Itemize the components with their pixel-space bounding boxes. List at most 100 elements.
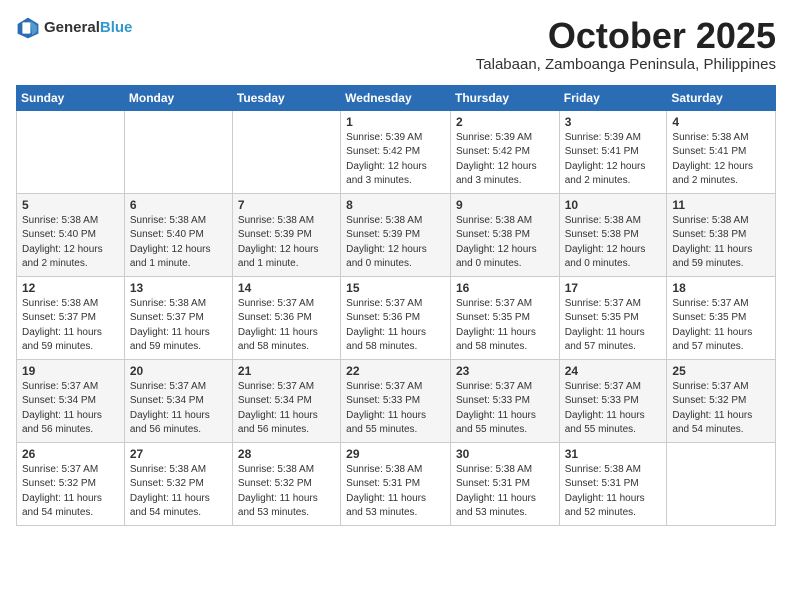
logo-text: GeneralBlue (44, 19, 132, 37)
calendar-cell: 3 Sunrise: 5:39 AM Sunset: 5:41 PM Daylig… (559, 110, 667, 193)
calendar-cell (17, 110, 125, 193)
weekday-header: Friday (559, 85, 667, 110)
day-number: 21 (238, 364, 335, 378)
day-number: 6 (130, 198, 227, 212)
day-number: 30 (456, 447, 554, 461)
calendar-cell: 29 Sunrise: 5:38 AM Sunset: 5:31 PM Dayli… (341, 442, 451, 525)
calendar-cell: 16Sunrise: 5:37 AM Sunset: 5:35 PM Dayli… (450, 276, 559, 359)
calendar-cell: 4Sunrise: 5:38 AM Sunset: 5:41 PM Daylig… (667, 110, 776, 193)
page-header: GeneralBlue October 2025 Talabaan, Zambo… (16, 16, 776, 73)
day-info: Sunrise: 5:38 AM Sunset: 5:38 PM Dayligh… (456, 214, 554, 272)
day-number: 22 (346, 364, 445, 378)
day-info: Sunrise: 5:38 AM Sunset: 5:40 PM Dayligh… (22, 214, 119, 272)
day-number: 3 (565, 115, 662, 129)
calendar-cell: 17 Sunrise: 5:37 AM Sunset: 5:35 PM Dayli… (559, 276, 667, 359)
calendar-cell: 22 Sunrise: 5:37 AM Sunset: 5:33 PM Dayli… (341, 359, 451, 442)
calendar-cell: 14 Sunrise: 5:37 AM Sunset: 5:36 PM Dayli… (232, 276, 340, 359)
day-number: 7 (238, 198, 335, 212)
calendar-cell: 11 Sunrise: 5:38 AM Sunset: 5:38 PM Dayli… (667, 193, 776, 276)
calendar-week-row: 5 Sunrise: 5:38 AM Sunset: 5:40 PM Daylig… (17, 193, 776, 276)
day-number: 5 (22, 198, 119, 212)
day-info: Sunrise: 5:38 AM Sunset: 5:38 PM Dayligh… (565, 214, 662, 272)
day-number: 17 (565, 281, 662, 295)
weekday-header: Sunday (17, 85, 125, 110)
calendar-cell: 20 Sunrise: 5:37 AM Sunset: 5:34 PM Dayli… (124, 359, 232, 442)
calendar-cell: 13 Sunrise: 5:38 AM Sunset: 5:37 PM Dayli… (124, 276, 232, 359)
weekday-header-row: SundayMondayTuesdayWednesdayThursdayFrid… (17, 85, 776, 110)
day-info: Sunrise: 5:38 AM Sunset: 5:31 PM Dayligh… (456, 463, 554, 521)
day-number: 18 (672, 281, 770, 295)
day-number: 9 (456, 198, 554, 212)
weekday-header: Thursday (450, 85, 559, 110)
day-info: Sunrise: 5:39 AM Sunset: 5:41 PM Dayligh… (565, 131, 662, 189)
day-number: 16 (456, 281, 554, 295)
day-number: 19 (22, 364, 119, 378)
location-title: Talabaan, Zamboanga Peninsula, Philippin… (476, 56, 776, 73)
calendar-cell: 6 Sunrise: 5:38 AM Sunset: 5:40 PM Daylig… (124, 193, 232, 276)
day-info: Sunrise: 5:37 AM Sunset: 5:36 PM Dayligh… (238, 297, 335, 355)
calendar-cell (667, 442, 776, 525)
calendar-cell: 30 Sunrise: 5:38 AM Sunset: 5:31 PM Dayli… (450, 442, 559, 525)
calendar-cell: 24Sunrise: 5:37 AM Sunset: 5:33 PM Dayli… (559, 359, 667, 442)
day-info: Sunrise: 5:37 AM Sunset: 5:34 PM Dayligh… (238, 380, 335, 438)
day-number: 23 (456, 364, 554, 378)
calendar-cell: 8Sunrise: 5:38 AM Sunset: 5:39 PM Daylig… (341, 193, 451, 276)
day-number: 11 (672, 198, 770, 212)
day-number: 29 (346, 447, 445, 461)
day-info: Sunrise: 5:37 AM Sunset: 5:34 PM Dayligh… (22, 380, 119, 438)
day-number: 31 (565, 447, 662, 461)
calendar-week-row: 12 Sunrise: 5:38 AM Sunset: 5:37 PM Dayli… (17, 276, 776, 359)
day-info: Sunrise: 5:37 AM Sunset: 5:32 PM Dayligh… (22, 463, 119, 521)
day-info: Sunrise: 5:38 AM Sunset: 5:39 PM Dayligh… (346, 214, 445, 272)
day-number: 2 (456, 115, 554, 129)
day-info: Sunrise: 5:37 AM Sunset: 5:33 PM Dayligh… (456, 380, 554, 438)
calendar-table: SundayMondayTuesdayWednesdayThursdayFrid… (16, 85, 776, 526)
calendar-cell: 18Sunrise: 5:37 AM Sunset: 5:35 PM Dayli… (667, 276, 776, 359)
day-number: 10 (565, 198, 662, 212)
day-number: 1 (346, 115, 445, 129)
calendar-cell: 21 Sunrise: 5:37 AM Sunset: 5:34 PM Dayli… (232, 359, 340, 442)
calendar-cell: 7 Sunrise: 5:38 AM Sunset: 5:39 PM Daylig… (232, 193, 340, 276)
calendar-week-row: 1Sunrise: 5:39 AM Sunset: 5:42 PM Daylig… (17, 110, 776, 193)
day-number: 27 (130, 447, 227, 461)
day-info: Sunrise: 5:38 AM Sunset: 5:39 PM Dayligh… (238, 214, 335, 272)
day-info: Sunrise: 5:38 AM Sunset: 5:37 PM Dayligh… (130, 297, 227, 355)
day-info: Sunrise: 5:38 AM Sunset: 5:40 PM Dayligh… (130, 214, 227, 272)
title-block: October 2025 Talabaan, Zamboanga Peninsu… (476, 16, 776, 73)
logo: GeneralBlue (16, 16, 132, 40)
calendar-cell: 12 Sunrise: 5:38 AM Sunset: 5:37 PM Dayli… (17, 276, 125, 359)
day-info: Sunrise: 5:38 AM Sunset: 5:38 PM Dayligh… (672, 214, 770, 272)
month-title: October 2025 (476, 16, 776, 56)
weekday-header: Saturday (667, 85, 776, 110)
calendar-week-row: 26Sunrise: 5:37 AM Sunset: 5:32 PM Dayli… (17, 442, 776, 525)
day-number: 15 (346, 281, 445, 295)
day-info: Sunrise: 5:37 AM Sunset: 5:33 PM Dayligh… (346, 380, 445, 438)
calendar-cell: 23 Sunrise: 5:37 AM Sunset: 5:33 PM Dayli… (450, 359, 559, 442)
weekday-header: Wednesday (341, 85, 451, 110)
day-info: Sunrise: 5:37 AM Sunset: 5:35 PM Dayligh… (565, 297, 662, 355)
weekday-header: Tuesday (232, 85, 340, 110)
calendar-cell: 28 Sunrise: 5:38 AM Sunset: 5:32 PM Dayli… (232, 442, 340, 525)
day-number: 14 (238, 281, 335, 295)
calendar-cell: 10 Sunrise: 5:38 AM Sunset: 5:38 PM Dayli… (559, 193, 667, 276)
day-number: 12 (22, 281, 119, 295)
day-number: 28 (238, 447, 335, 461)
day-info: Sunrise: 5:37 AM Sunset: 5:34 PM Dayligh… (130, 380, 227, 438)
day-info: Sunrise: 5:38 AM Sunset: 5:31 PM Dayligh… (565, 463, 662, 521)
day-number: 20 (130, 364, 227, 378)
day-number: 4 (672, 115, 770, 129)
day-info: Sunrise: 5:38 AM Sunset: 5:32 PM Dayligh… (238, 463, 335, 521)
calendar-cell: 31 Sunrise: 5:38 AM Sunset: 5:31 PM Dayli… (559, 442, 667, 525)
calendar-cell: 2Sunrise: 5:39 AM Sunset: 5:42 PM Daylig… (450, 110, 559, 193)
calendar-cell: 9 Sunrise: 5:38 AM Sunset: 5:38 PM Daylig… (450, 193, 559, 276)
calendar-cell: 1Sunrise: 5:39 AM Sunset: 5:42 PM Daylig… (341, 110, 451, 193)
day-number: 25 (672, 364, 770, 378)
calendar-cell (124, 110, 232, 193)
day-number: 13 (130, 281, 227, 295)
calendar-cell: 25Sunrise: 5:37 AM Sunset: 5:32 PM Dayli… (667, 359, 776, 442)
weekday-header: Monday (124, 85, 232, 110)
day-info: Sunrise: 5:38 AM Sunset: 5:31 PM Dayligh… (346, 463, 445, 521)
calendar-cell: 26Sunrise: 5:37 AM Sunset: 5:32 PM Dayli… (17, 442, 125, 525)
day-info: Sunrise: 5:38 AM Sunset: 5:37 PM Dayligh… (22, 297, 119, 355)
day-info: Sunrise: 5:37 AM Sunset: 5:33 PM Dayligh… (565, 380, 662, 438)
